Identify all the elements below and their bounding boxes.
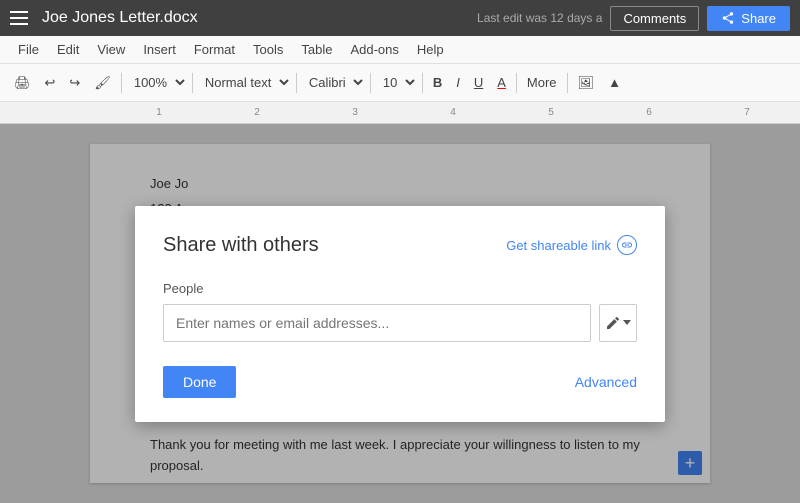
chevron-up-button[interactable]: ▲ (602, 71, 627, 94)
print-button[interactable]: 🖨 (8, 71, 37, 95)
image-button[interactable]: 🖼 (572, 71, 601, 95)
last-edit-text: Last edit was 12 days a (477, 11, 602, 25)
menu-tools[interactable]: Tools (245, 39, 291, 60)
document-title: Joe Jones Letter.docx (42, 9, 469, 27)
toolbar-divider-6 (516, 73, 517, 93)
toolbar-divider-3 (296, 73, 297, 93)
italic-button[interactable]: I (450, 71, 466, 94)
ruler-mark-2: 2 (208, 107, 306, 118)
undo-button[interactable]: ↩ (39, 71, 62, 95)
style-select[interactable]: Normal text (197, 71, 292, 94)
comments-button[interactable]: Comments (610, 6, 699, 31)
menu-file[interactable]: File (10, 39, 47, 60)
people-input[interactable] (163, 304, 591, 342)
pen-icon (605, 315, 621, 331)
ruler-mark-6: 6 (600, 107, 698, 118)
underline-button[interactable]: U (468, 71, 489, 94)
done-button[interactable]: Done (163, 366, 236, 398)
ruler-mark-7: 7 (698, 107, 796, 118)
share-icon (721, 11, 735, 25)
chain-link-icon (621, 239, 633, 251)
more-button[interactable]: More (521, 71, 563, 94)
toolbar-divider-5 (422, 73, 423, 93)
size-select[interactable]: 10 (375, 71, 418, 94)
get-shareable-link-button[interactable]: Get shareable link (506, 235, 637, 255)
menu-view[interactable]: View (89, 39, 133, 60)
link-icon (617, 235, 637, 255)
toolbar: 🖨 ↩ ↪ 🖌 100% Normal text Calibri 10 B I … (0, 64, 800, 102)
ruler-marks: 1 2 3 4 5 6 7 (100, 107, 800, 118)
bold-button[interactable]: B (427, 71, 448, 94)
people-label: People (163, 281, 637, 296)
toolbar-divider-4 (370, 73, 371, 93)
ruler-mark-3: 3 (306, 107, 404, 118)
share-button[interactable]: Share (707, 6, 790, 31)
menu-format[interactable]: Format (186, 39, 243, 60)
get-link-label: Get shareable link (506, 238, 611, 253)
ruler: 1 2 3 4 5 6 7 (0, 102, 800, 124)
permissions-button[interactable] (599, 304, 637, 342)
document-area: Joe Jo 123 A Anyto Octob Maria Anyto Any… (0, 124, 800, 503)
ruler-mark-4: 4 (404, 107, 502, 118)
caret-down-icon (623, 320, 631, 325)
toolbar-divider-1 (121, 73, 122, 93)
advanced-button[interactable]: Advanced (575, 374, 637, 390)
toolbar-divider-2 (192, 73, 193, 93)
menu-edit[interactable]: Edit (49, 39, 87, 60)
menu-table[interactable]: Table (293, 39, 340, 60)
zoom-select[interactable]: 100% (126, 71, 188, 94)
modal-header: Share with others Get shareable link (163, 234, 637, 257)
modal-footer: Done Advanced (163, 366, 637, 398)
menu-bar: File Edit View Insert Format Tools Table… (0, 36, 800, 64)
paint-format-button[interactable]: 🖌 (88, 71, 117, 95)
title-bar: Joe Jones Letter.docx Last edit was 12 d… (0, 0, 800, 36)
modal-overlay: Share with others Get shareable link Peo… (0, 124, 800, 503)
ruler-mark-1: 1 (110, 107, 208, 118)
ruler-mark-5: 5 (502, 107, 600, 118)
font-select[interactable]: Calibri (301, 71, 366, 94)
menu-help[interactable]: Help (409, 39, 452, 60)
modal-title: Share with others (163, 234, 319, 257)
modal-input-row (163, 304, 637, 342)
toolbar-divider-7 (567, 73, 568, 93)
redo-button[interactable]: ↪ (63, 71, 86, 95)
color-button[interactable]: A (491, 71, 512, 94)
menu-addons[interactable]: Add-ons (342, 39, 406, 60)
title-bar-actions: Last edit was 12 days a Comments Share (477, 6, 790, 31)
menu-insert[interactable]: Insert (135, 39, 184, 60)
share-label: Share (741, 11, 776, 26)
share-modal: Share with others Get shareable link Peo… (135, 206, 665, 422)
hamburger-menu[interactable] (10, 6, 34, 30)
